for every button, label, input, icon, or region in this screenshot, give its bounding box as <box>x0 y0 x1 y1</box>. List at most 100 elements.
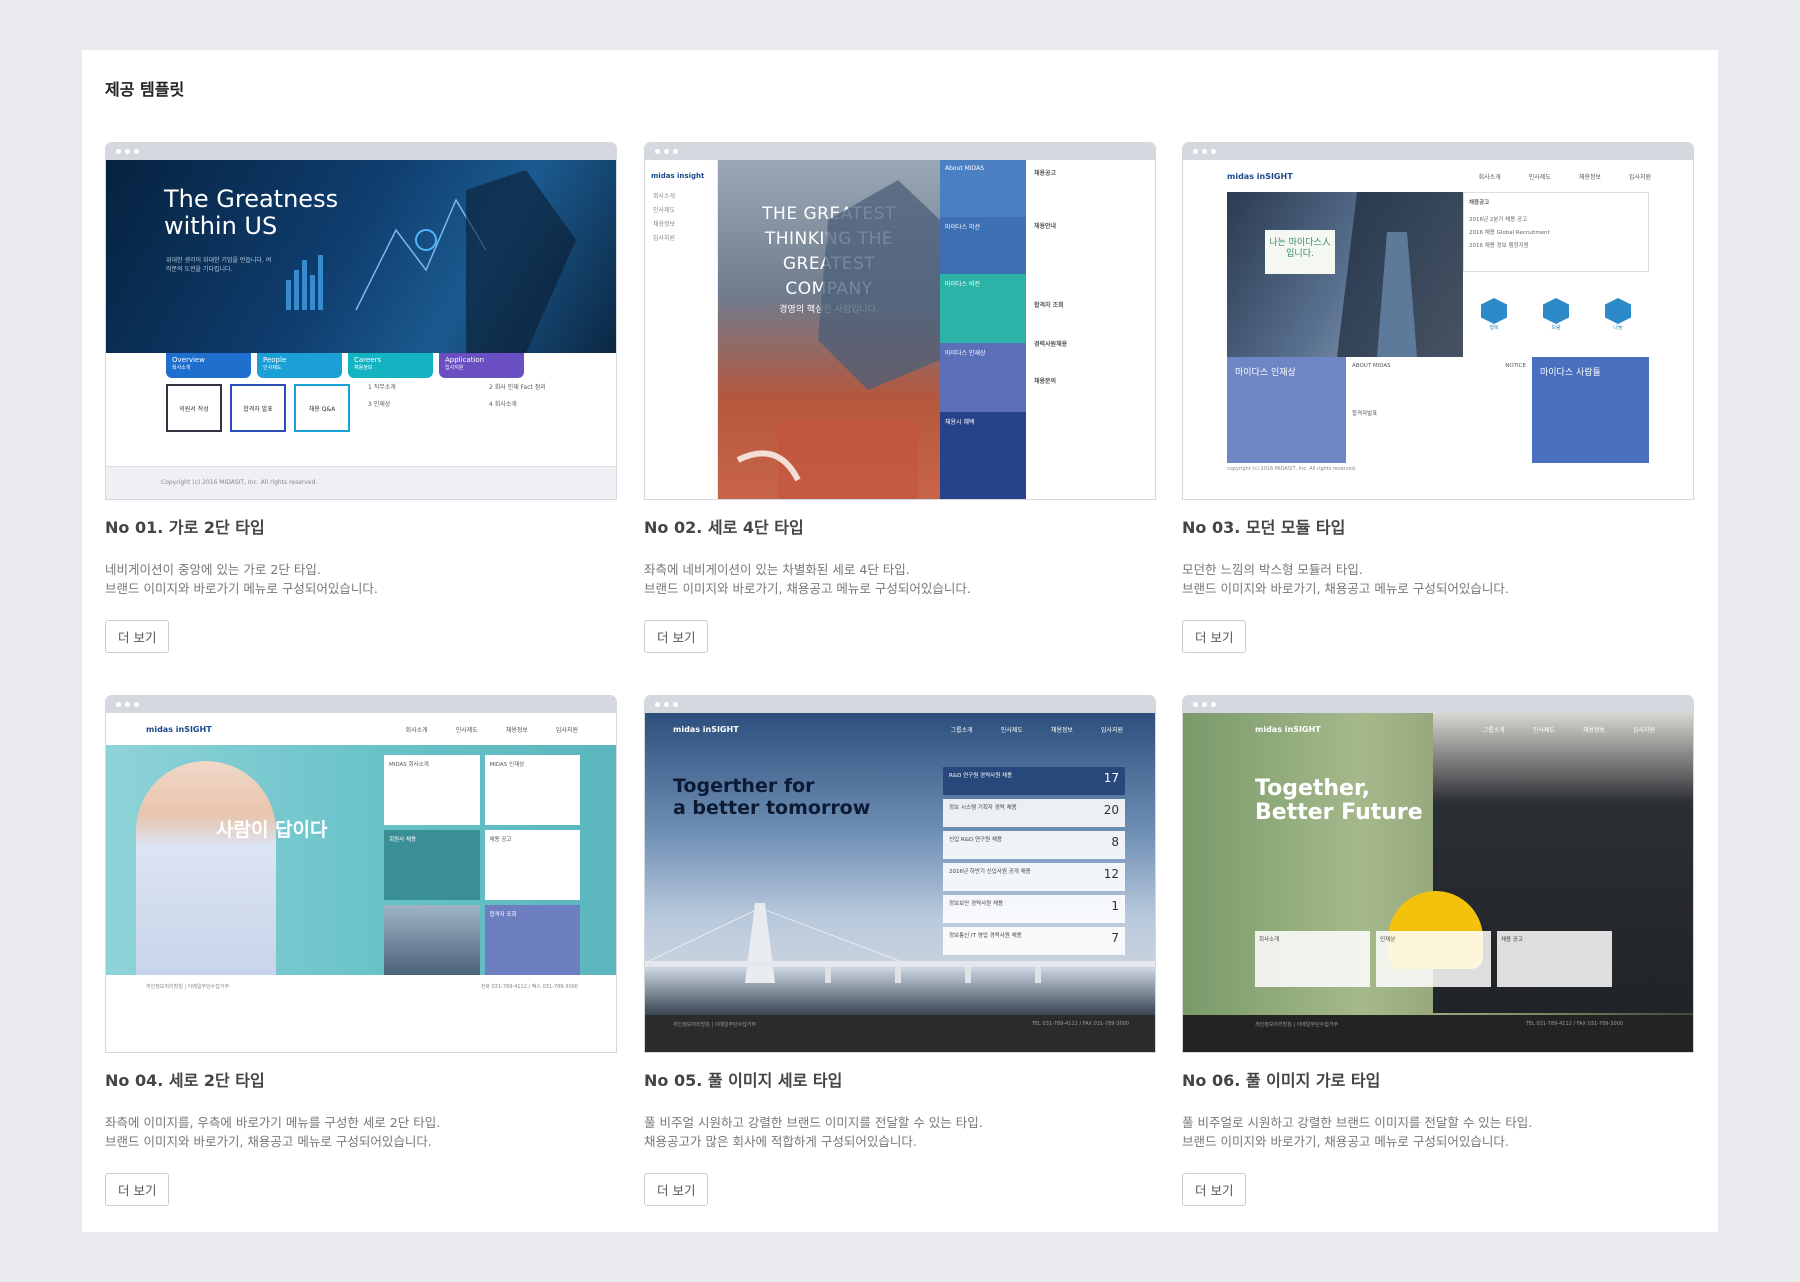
t5-job-row: 정보통신 IT 영업 경력사원 채용 7 <box>943 927 1125 955</box>
template-card-2: midas insight 회사소개인사제도채용정보입사지원 THE GREAT… <box>644 142 1156 653</box>
t3-mid-block: ABOUT MIDAS NOTICE 합격자발표 <box>1352 363 1526 417</box>
t5-job-row: 정보보안 경력사원 채용 1 <box>943 895 1125 923</box>
fulfillment-icon <box>1543 298 1569 324</box>
t3-hero-image <box>1227 192 1463 357</box>
template-preview-6[interactable]: midas inSIGHT 그룹소개 인사제도 채용정보 입사지원 Together,… <box>1182 695 1694 1053</box>
card-description: 풀 비주얼 시원하고 강렬한 브랜드 이미지를 전달할 수 있는 타입. 채용공고… <box>644 1115 983 1149</box>
t2-block: About MIDAS <box>940 160 1026 217</box>
template-preview-2[interactable]: midas insight 회사소개인사제도채용정보입사지원 THE GREAT… <box>644 142 1156 500</box>
card-title: No 03. 모던 모듈 타입 <box>1182 518 1346 537</box>
t2-block: 마이다스 미션 <box>940 217 1026 274</box>
t6-box: 채용 공고 <box>1497 931 1612 987</box>
t2-right-item: 채용안내 <box>1034 223 1057 230</box>
t5-job-list: R&D 연구원 경력사원 채용 17 정보 시스템 기획자 경력 채용 20 신입 … <box>943 767 1125 959</box>
card-description: 풀 비주얼로 시원하고 강렬한 브랜드 이미지를 전달할 수 있는 타입. 브랜드… <box>1182 1115 1533 1149</box>
t4-box: MIDAS 회사소개 <box>384 755 480 825</box>
t5-job-row: 신입 R&D 연구원 채용 8 <box>943 831 1125 859</box>
t4-hero-text: 사람이 답이다 <box>216 819 328 841</box>
window-dots-icon <box>1193 702 1216 707</box>
t6-box: 회사소개 <box>1255 931 1370 987</box>
t1-footer: Copyright (c) 2016 MIDASIT, Inc. All rig… <box>161 479 318 486</box>
t2-right-item: 경력사원채용 <box>1034 341 1068 348</box>
contribution-icon <box>1605 298 1631 324</box>
template-preview-3[interactable]: midas inSIGHT 회사소개 인사제도 채용정보 입사지원 나는 마이다스人 … <box>1182 142 1694 500</box>
template-card-3: midas inSIGHT 회사소개 인사제도 채용정보 입사지원 나는 마이다스人 … <box>1182 142 1694 653</box>
t2-hero-image: THE GREATEST THINKING THE GREATEST COMPA… <box>718 160 940 499</box>
t3-name-card: 나는 마이다스人 입니다. <box>1265 230 1335 274</box>
more-button[interactable]: 더 보기 <box>644 1173 709 1206</box>
t2-block: 마이다스 인재상 <box>940 343 1026 412</box>
t1-icon-result: 합격자 발표 <box>230 384 286 432</box>
t2-sidebar: midas insight 회사소개 인사제도 채용정보 입사지원 <box>645 160 718 499</box>
browser-bar <box>1183 143 1693 160</box>
t4-person-image <box>136 761 276 975</box>
t3-talent-block: 마이다스 인재상 <box>1227 357 1346 463</box>
t1-list-item: 4 회사소개 <box>489 401 517 408</box>
t5-job-row: 정보 시스템 기획자 경력 채용 20 <box>943 799 1125 827</box>
t4-box: 회원사 채용 <box>384 830 480 900</box>
happiness-icon <box>1481 298 1507 324</box>
t1-icon-qna: 채용 Q&A <box>294 384 350 432</box>
t6-footer: 개인정보처리방침 | 이메일무단수집거부 TEL 031-789-4112 / F… <box>1183 1015 1693 1052</box>
template-preview-4[interactable]: midas inSIGHT 회사소개 인사제도 채용정보 입사지원 사람이 답이다 M… <box>105 695 617 1053</box>
t4-footer: 개인정보처리방침 | 이메일무단수집거부 전화 031-789-4112 / 팩스… <box>146 984 578 990</box>
browser-bar <box>106 696 616 713</box>
browser-bar <box>106 143 616 160</box>
t4-box: 채용 공고 <box>484 830 580 900</box>
t2-block: 채용시 혜택 <box>940 412 1026 499</box>
section-title: 제공 템플릿 <box>105 80 185 99</box>
t5-hero-title: Togerther for a better tomorrow <box>673 775 871 819</box>
t2-block: 마이다스 비전 <box>940 274 1026 343</box>
card-title: No 05. 풀 이미지 세로 타입 <box>644 1071 843 1090</box>
t1-tab-overview: Overview 회사소개 <box>166 353 251 378</box>
t5-job-row: R&D 연구원 경력사원 채용 17 <box>943 767 1125 795</box>
more-button[interactable]: 더 보기 <box>105 620 170 653</box>
browser-bar <box>645 143 1155 160</box>
t4-building-image <box>384 905 480 975</box>
t5-logo: midas inSIGHT <box>673 725 739 734</box>
card-description: 네비게이션이 중앙에 있는 가로 2단 타입. 브랜드 이미지와 바로가기 메뉴로… <box>105 562 378 596</box>
t3-notice: 채용공고 2016년 2분기 채용 공고 2016 채용 Global Recru… <box>1463 192 1649 272</box>
t2-right-item: 채용문의 <box>1034 378 1057 385</box>
template-card-6: midas inSIGHT 그룹소개 인사제도 채용정보 입사지원 Together,… <box>1182 695 1694 1206</box>
t4-logo: midas inSIGHT <box>146 725 212 734</box>
t1-tab-careers: Careers 채용정보 <box>348 353 433 378</box>
browser-bar <box>645 696 1155 713</box>
template-preview-5[interactable]: midas inSIGHT 그룹소개 인사제도 채용정보 입사지원 Togerther… <box>644 695 1156 1053</box>
hero-image: The Greatness within US 위대한 생각이 위대한 기업을 만… <box>106 160 616 353</box>
card-title: No 06. 풀 이미지 가로 타입 <box>1182 1071 1381 1090</box>
more-button[interactable]: 더 보기 <box>1182 1173 1247 1206</box>
t3-logo: midas inSIGHT <box>1227 172 1293 181</box>
t5-nav: 그룹소개 인사제도 채용정보 입사지원 <box>950 727 1123 734</box>
t3-people-block: 마이다스 사람들 <box>1532 357 1649 463</box>
t1-tab-application: Application 입사지원 <box>439 353 524 378</box>
t6-hero-title: Together, Better Future <box>1255 776 1423 825</box>
more-button[interactable]: 더 보기 <box>644 620 709 653</box>
t6-box: 인재상 <box>1376 931 1491 987</box>
t2-right-item: 채용공고 <box>1034 170 1057 177</box>
window-dots-icon <box>655 702 678 707</box>
t5-job-row: 2016년 하반기 신입사원 공개 채용 12 <box>943 863 1125 891</box>
t1-list-item: 1 직무소개 <box>368 384 396 391</box>
card-title: No 04. 세로 2단 타입 <box>105 1071 265 1090</box>
template-preview-1[interactable]: The Greatness within US 위대한 생각이 위대한 기업을 만… <box>105 142 617 500</box>
t1-icon-apply: 의원서 작성 <box>166 384 222 432</box>
t1-tab-people: People 인사제도 <box>257 353 342 378</box>
window-dots-icon <box>655 149 678 154</box>
templates-panel: 제공 템플릿 The Greatness within US 위대한 생각이 위대… <box>82 50 1718 1232</box>
t4-box: 합격자 조회 <box>484 905 580 975</box>
template-card-1: The Greatness within US 위대한 생각이 위대한 기업을 만… <box>105 142 617 653</box>
more-button[interactable]: 더 보기 <box>1182 620 1247 653</box>
more-button[interactable]: 더 보기 <box>105 1173 170 1206</box>
card-title: No 02. 세로 4단 타입 <box>644 518 804 537</box>
card-title: No 01. 가로 2단 타입 <box>105 518 265 537</box>
template-card-4: midas inSIGHT 회사소개 인사제도 채용정보 입사지원 사람이 답이다 M… <box>105 695 617 1206</box>
template-card-5: midas inSIGHT 그룹소개 인사제도 채용정보 입사지원 Togerther… <box>644 695 1156 1206</box>
t4-box: MIDAS 인재상 <box>484 755 580 825</box>
t6-logo: midas inSIGHT <box>1255 725 1321 734</box>
t4-nav: 회사소개 인사제도 채용정보 입사지원 <box>405 727 578 734</box>
t2-right-item: 합격자 조회 <box>1034 302 1064 309</box>
window-dots-icon <box>1193 149 1216 154</box>
card-description: 좌측에 이미지를, 우측에 바로가기 메뉴를 구성한 세로 2단 타입. 브랜드 … <box>105 1115 441 1149</box>
card-description: 좌측에 네비게이션이 있는 차별화된 세로 4단 타입. 브랜드 이미지와 바로가… <box>644 562 971 596</box>
